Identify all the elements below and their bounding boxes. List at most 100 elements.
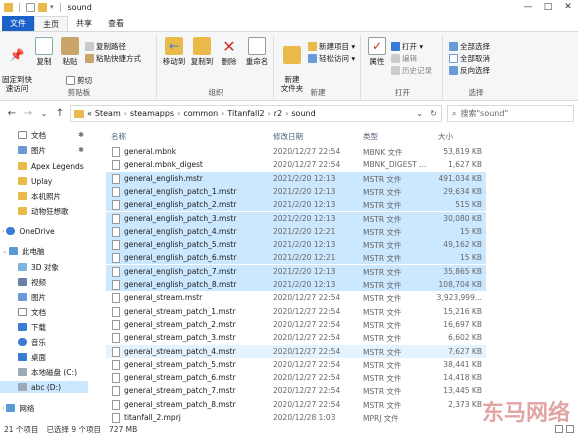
nav-item-local-photos[interactable]: 本机照片 [18, 190, 61, 202]
breadcrumb-steam[interactable]: Steam [95, 109, 121, 118]
properties-icon[interactable] [26, 2, 35, 12]
breadcrumb-common[interactable]: common [183, 109, 218, 118]
file-row[interactable]: general_english_patch_5.mstr 2021/2/20 12… [106, 238, 486, 252]
breadcrumb-r2[interactable]: r2 [274, 109, 282, 118]
invert-selection-label: 反向选择 [460, 66, 490, 75]
breadcrumb-titanfall2[interactable]: Titanfall2 [227, 109, 264, 118]
move-to-button[interactable]: ← 移动到 [161, 37, 187, 66]
nav-item-music[interactable]: 音乐 [18, 336, 46, 348]
address-field[interactable]: « Steam › steamapps › common › Titanfall… [70, 105, 442, 122]
file-name: general_stream_patch_2.mstr [124, 319, 236, 329]
tab-home[interactable]: 主页 [34, 16, 68, 31]
file-row[interactable]: general_stream_patch_5.mstr 2020/12/27 22… [106, 358, 486, 371]
file-row[interactable]: general_stream_patch_3.mstr 2020/12/27 22… [106, 331, 486, 344]
tab-share[interactable]: 共享 [68, 16, 100, 31]
column-header-name[interactable]: 名称 [111, 131, 126, 142]
nav-item-label: 动物狂想歌 [31, 206, 69, 216]
nav-item-apex-legends[interactable]: Apex Legends [18, 160, 84, 172]
nav-item-network[interactable]: › 网络 [2, 402, 34, 414]
forward-button[interactable]: → [20, 108, 36, 119]
maximize-button[interactable]: □ [538, 0, 558, 14]
up-button[interactable]: ↑ [52, 108, 68, 119]
select-none-button[interactable]: 全部取消 [449, 53, 490, 64]
address-dropdown-button[interactable]: ⌄ [416, 109, 423, 118]
nav-item-documents[interactable]: 文档 [18, 306, 46, 318]
cut-button[interactable]: 剪切 [66, 75, 92, 86]
file-row[interactable]: general_english_patch_4.mstr 2021/2/20 12… [106, 224, 486, 238]
rename-button[interactable]: 重命名 [243, 37, 271, 66]
file-row[interactable]: general_stream_patch_1.mstr 2020/12/27 22… [106, 305, 486, 318]
breadcrumb-steamapps[interactable]: steamapps [130, 109, 174, 118]
new-item-button[interactable]: 新建项目 ▾ [308, 41, 355, 52]
nav-item-abc-d[interactable]: abc (D:) [0, 381, 88, 393]
file-row[interactable]: general_english_patch_1.mstr 2021/2/20 12… [106, 184, 486, 198]
breadcrumb-overflow[interactable]: « [87, 109, 92, 118]
open-button[interactable]: 打开 ▾ [391, 41, 423, 52]
nav-item-animal-folder[interactable]: 动物狂想歌 [18, 205, 69, 217]
pin-icon[interactable]: ✱ [78, 131, 84, 139]
file-row[interactable]: general.mbnk_digest 2020/12/27 22:54 MBNK_… [106, 158, 486, 171]
breadcrumb-sound[interactable]: sound [291, 109, 315, 118]
file-row[interactable]: general_stream_patch_6.mstr 2020/12/27 22… [106, 371, 486, 384]
column-header-size[interactable]: 大小 [438, 131, 453, 142]
file-row[interactable]: general_english_patch_7.mstr 2021/2/20 12… [106, 264, 486, 278]
nav-item-onedrive[interactable]: › OneDrive [2, 225, 55, 237]
close-button[interactable]: ✕ [558, 0, 578, 14]
delete-button[interactable]: ✕ 删除 [217, 37, 241, 66]
file-row[interactable]: general_stream_patch_2.mstr 2020/12/27 22… [106, 318, 486, 331]
copy-to-button[interactable]: 复制到 [189, 37, 215, 66]
column-header-type[interactable]: 类型 [363, 131, 378, 142]
nav-item-downloads[interactable]: 下载 [18, 321, 46, 333]
nav-item-pictures-pinned[interactable]: 图片 ✱ [18, 144, 88, 156]
file-row[interactable]: general_stream_patch_8.mstr 2020/12/27 22… [106, 398, 486, 411]
file-row[interactable]: general.mbnk 2020/12/27 22:54 MBNK 文件 53,81… [106, 145, 486, 158]
file-size: 108,704 KB [438, 280, 482, 289]
nav-item-this-pc[interactable]: ⌄ 此电脑 [2, 245, 45, 257]
copy-path-button[interactable]: 复制路径 [85, 41, 126, 52]
nav-item-local-disk-c[interactable]: 本地磁盘 (C:) [18, 366, 77, 378]
file-row[interactable]: general_english_patch_3.mstr 2021/2/20 12… [106, 211, 486, 225]
chevron-right-icon[interactable]: › [2, 228, 4, 235]
tab-file[interactable]: 文件 [2, 16, 34, 31]
minimize-button[interactable]: — [518, 0, 538, 14]
file-row[interactable]: general_stream.mstr 2020/12/27 22:54 MSTR … [106, 291, 486, 304]
nav-item-3d-objects[interactable]: 3D 对象 [18, 261, 59, 273]
rename-icon [248, 37, 266, 55]
nav-item-desktop[interactable]: 桌面 [18, 351, 46, 363]
paste-shortcut-button[interactable]: 粘贴快捷方式 [85, 53, 141, 64]
column-header-date[interactable]: 修改日期 [273, 131, 303, 142]
tab-view[interactable]: 查看 [100, 16, 132, 31]
file-row[interactable]: general_english.mstr 2021/2/20 12:13 MSTR … [106, 171, 486, 185]
back-button[interactable]: ← [4, 108, 20, 119]
paste-button[interactable]: 粘贴 [58, 37, 82, 66]
new-folder-icon[interactable] [38, 2, 47, 12]
pin-icon[interactable]: ✱ [78, 146, 84, 154]
chevron-right-icon[interactable]: › [2, 405, 4, 412]
recent-locations-button[interactable]: ⌄ [36, 109, 52, 118]
move-to-icon: ← [165, 37, 183, 55]
easy-access-button[interactable]: 轻松访问 ▾ [308, 53, 355, 64]
nav-item-uplay[interactable]: Uplay [18, 175, 52, 187]
properties-button[interactable]: ✓ 属性 [365, 37, 389, 66]
file-row[interactable]: general_english_patch_8.mstr 2021/2/20 12… [106, 278, 486, 291]
select-all-button[interactable]: 全部选择 [449, 41, 490, 52]
file-row[interactable]: general_stream_patch_4.mstr 2020/12/27 22… [106, 344, 486, 358]
history-button[interactable]: 历史记录 [391, 65, 432, 76]
refresh-button[interactable]: ↻ [430, 109, 437, 118]
copy-button[interactable]: 复制 [32, 37, 56, 66]
chevron-down-icon[interactable]: ⌄ [2, 248, 7, 255]
pin-quick-access-button[interactable]: 📌 固定到快 速访问 [2, 37, 32, 94]
edit-button[interactable]: 编辑 [391, 53, 417, 64]
search-box[interactable]: ⌕ 搜索"sound" [447, 105, 574, 122]
invert-selection-button[interactable]: 反向选择 [449, 65, 490, 76]
new-folder-button[interactable]: 新建 文件夹 [278, 37, 306, 93]
vertical-scrollbar[interactable] [568, 125, 578, 423]
file-row[interactable]: general_english_patch_6.mstr 2021/2/20 12… [106, 251, 486, 265]
nav-item-documents-pinned[interactable]: 文档 ✱ [18, 129, 88, 141]
file-row[interactable]: general_stream_patch_7.mstr 2020/12/27 22… [106, 384, 486, 397]
nav-item-pictures[interactable]: 图片 [18, 291, 46, 303]
nav-item-videos[interactable]: 视频 [18, 276, 46, 288]
file-row[interactable]: general_english_patch_2.mstr 2021/2/20 12… [106, 198, 486, 212]
chevron-down-icon[interactable]: ▾ [50, 3, 54, 11]
file-icon [112, 333, 120, 344]
